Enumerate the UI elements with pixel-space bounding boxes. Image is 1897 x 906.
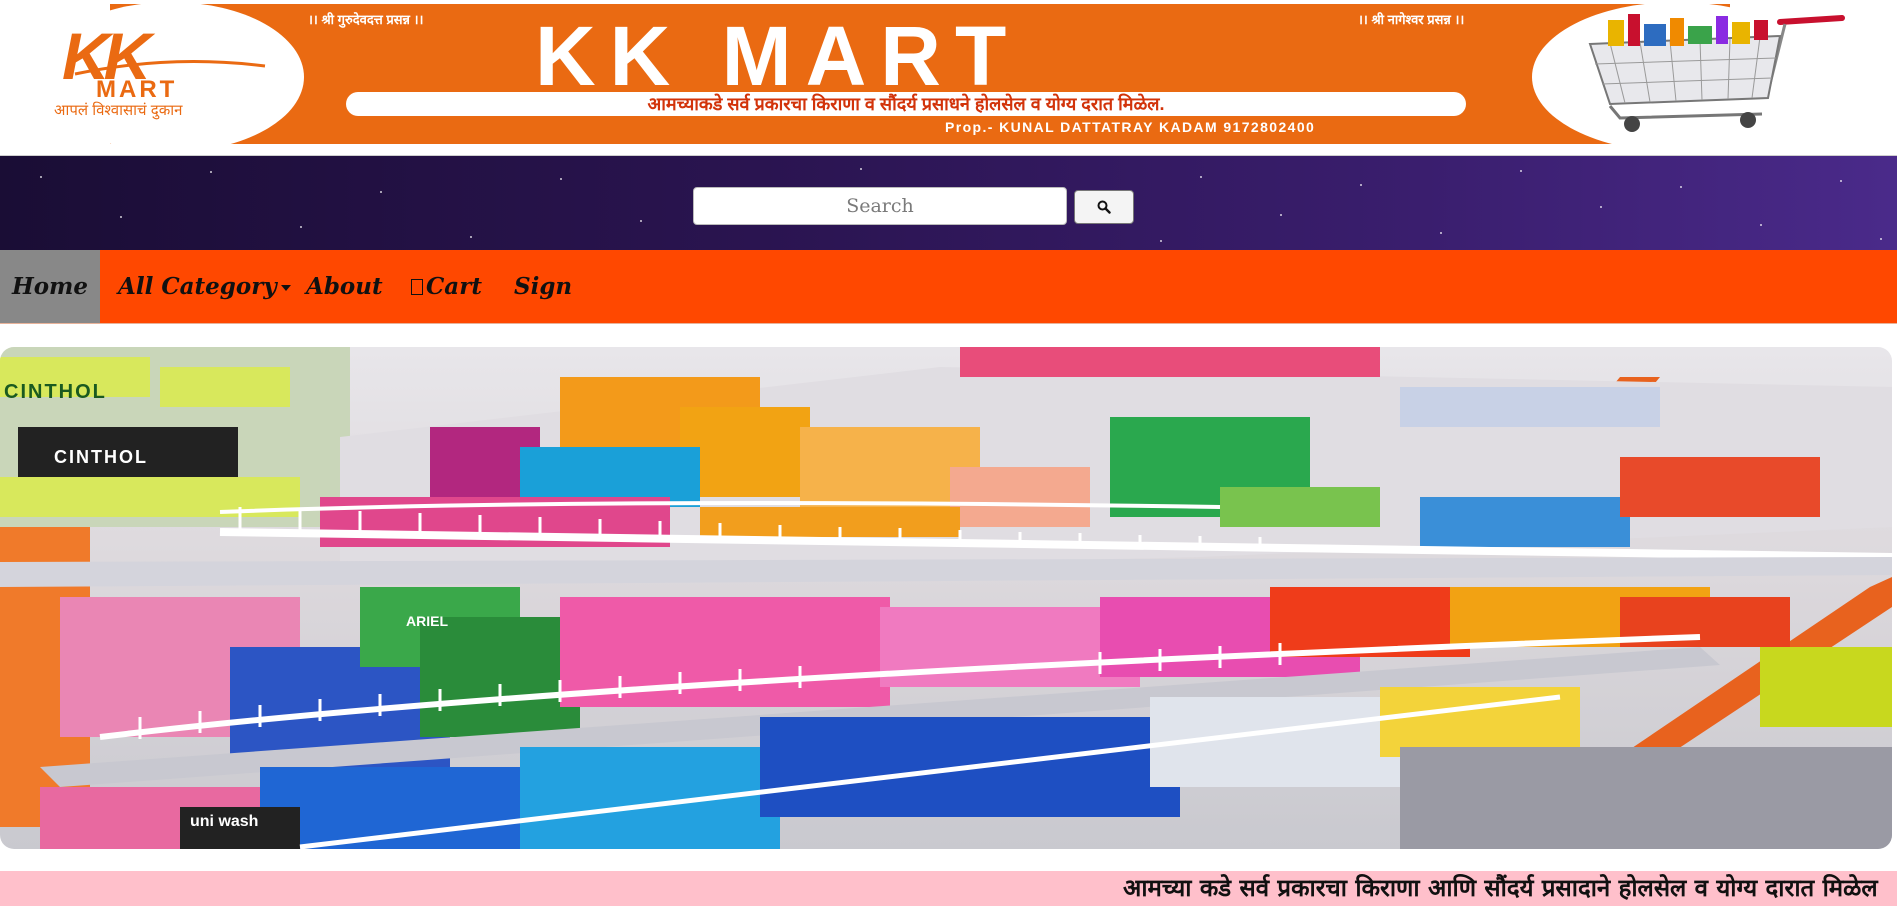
logo-tagline: आपलं विश्वासाचं दुकान [54,102,183,119]
site-banner: KK MART आपलं विश्वासाचं दुकान ।। श्री गु… [0,0,1897,156]
nav-all-category[interactable]: All Category [118,250,291,323]
nav-sign[interactable]: Sign [514,250,572,323]
shopping-cart-icon [1580,14,1850,134]
shelf-label: CINTHOL [54,447,148,467]
search-button[interactable] [1074,190,1134,224]
main-nav: Home All Category About Cart Sign [0,250,1897,324]
marquee-text: आमच्या कडे सर्व प्रकारचा किराणा आणि सौंद… [1123,874,1878,902]
nav-cart[interactable]: Cart [411,250,482,323]
nav-about-label: About [306,273,383,300]
shelf-label: CINTHOL [4,381,107,403]
nav-home-label: Home [11,273,89,300]
nav-about[interactable]: About [306,250,383,323]
nav-sign-label: Sign [514,273,573,300]
blessing-left: ।। श्री गुरुदेवदत्त प्रसन्न ।। [308,12,424,27]
cart-glyph-icon [411,279,423,295]
nav-home[interactable]: Home [0,250,100,323]
nav-cart-label: Cart [426,273,482,300]
shelf-label: uni wash [190,813,259,830]
search-input[interactable] [693,187,1067,225]
banner-tagline: आमच्याकडे सर्व प्रकारचा किराणा व सौंदर्य… [346,92,1466,116]
search-band [0,156,1897,250]
blessing-right: ।। श्री नागेश्वर प्रसन्न ।। [1358,12,1465,27]
search-icon [1097,200,1111,214]
logo-swoosh-icon [74,60,266,76]
proprietor-line: Prop.- KUNAL DATTATRAY KADAM 9172802400 [945,119,1316,135]
brand-title: KK MART [535,9,1021,103]
hero-shelf-image: CINTHOL CINTHOL ARIEL uni wash [0,347,1892,849]
shelf-label: ARIEL [406,613,448,629]
caret-down-icon [280,285,291,291]
nav-all-category-label: All Category [118,273,277,300]
announcement-marquee: आमच्या कडे सर्व प्रकारचा किराणा आणि सौंद… [0,871,1897,906]
